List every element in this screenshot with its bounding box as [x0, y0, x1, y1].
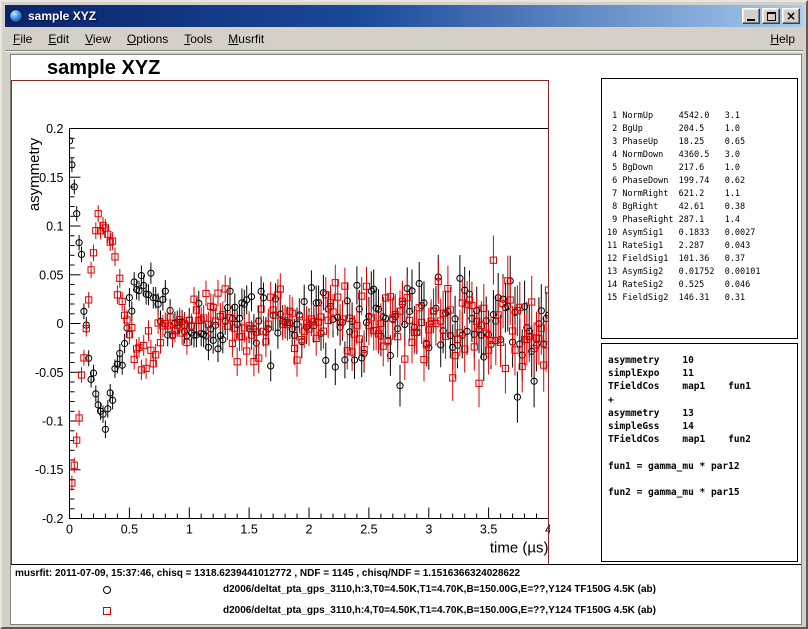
svg-text:0.5: 0.5 [121, 523, 138, 537]
menu-edit[interactable]: Edit [40, 29, 77, 49]
asymmetry-plot[interactable]: 00.511.522.533.540.20.150.10.050-0.05-0.… [11, 55, 550, 565]
menu-musrfit[interactable]: Musrfit [220, 29, 272, 49]
param-row: 6 PhaseDown 199.74 0.62 [607, 175, 797, 188]
legend-item: d2006/deltat_pta_gps_3110,h:3,T0=4.50K,T… [11, 583, 801, 599]
param-row: 11 RateSig1 2.287 0.043 [607, 240, 797, 253]
svg-text:-0.05: -0.05 [35, 366, 64, 380]
svg-text:1: 1 [186, 523, 193, 537]
title-bar[interactable]: sample XYZ × [5, 5, 803, 27]
legend-label: d2006/deltat_pta_gps_3110,h:4,T0=4.50K,T… [223, 605, 656, 616]
menu-file[interactable]: File [5, 29, 40, 49]
close-button[interactable]: × [782, 8, 800, 24]
param-row: 8 BgRight 42.61 0.38 [607, 201, 797, 214]
svg-text:3: 3 [425, 523, 432, 537]
square-marker-icon [103, 607, 111, 615]
window-title: sample XYZ [28, 9, 742, 23]
menu-bar: FileEditViewOptionsToolsMusrfit Help [5, 28, 803, 50]
svg-text:2: 2 [306, 523, 313, 537]
svg-text:asymmetry: asymmetry [26, 137, 43, 211]
theory-pane: asymmetry 10 simplExpo 11 TFieldCos map1… [601, 343, 798, 562]
menu-tools[interactable]: Tools [176, 29, 220, 49]
svg-text:0: 0 [66, 523, 73, 537]
fit-info: musrfit: 2011-07-09, 15:37:46, chisq = 1… [15, 568, 520, 579]
menu-help[interactable]: Help [762, 29, 803, 49]
svg-text:0.05: 0.05 [39, 268, 63, 282]
app-window: sample XYZ × FileEditViewOptionsToolsMus… [0, 0, 808, 629]
close-icon: × [786, 10, 796, 22]
svg-text:0.1: 0.1 [46, 220, 63, 234]
svg-text:-0.15: -0.15 [35, 463, 64, 477]
app-icon[interactable] [9, 9, 23, 23]
svg-text:2.5: 2.5 [360, 523, 377, 537]
param-row: 15 FieldSig2 146.31 0.31 [607, 292, 797, 305]
menu-separator [5, 50, 803, 52]
theory-text: asymmetry 10 simplExpo 11 TFieldCos map1… [608, 354, 797, 499]
param-row: 3 PhaseUp 18.25 0.65 [607, 136, 797, 149]
svg-text:-0.1: -0.1 [42, 415, 64, 429]
info-pane: musrfit: 2011-07-09, 15:37:46, chisq = 1… [11, 564, 801, 624]
param-row: 4 NormDown 4360.5 3.0 [607, 149, 797, 162]
param-row: 12 FieldSig1 101.36 0.37 [607, 253, 797, 266]
plot-title: sample XYZ [47, 57, 160, 80]
svg-text:1.5: 1.5 [240, 523, 257, 537]
maximize-icon [767, 12, 776, 21]
legend-label: d2006/deltat_pta_gps_3110,h:3,T0=4.50K,T… [223, 584, 656, 595]
svg-text:time (µs): time (µs) [490, 540, 549, 557]
param-row: 2 BgUp 204.5 1.0 [607, 123, 797, 136]
param-row: 9 PhaseRight 287.1 1.4 [607, 214, 797, 227]
svg-text:0: 0 [57, 317, 64, 331]
param-row: 14 RateSig2 0.525 0.046 [607, 279, 797, 292]
legend-item: d2006/deltat_pta_gps_3110,h:4,T0=4.50K,T… [11, 604, 801, 620]
minimize-icon [747, 19, 755, 21]
maximize-button[interactable] [762, 8, 780, 24]
svg-text:3.5: 3.5 [480, 523, 497, 537]
parameter-pane: 1 NormUp 4542.0 3.1 2 BgUp 204.5 1.0 3 P… [601, 78, 798, 339]
svg-text:4: 4 [545, 523, 550, 537]
parameter-list: 1 NormUp 4542.0 3.1 2 BgUp 204.5 1.0 3 P… [607, 110, 797, 305]
svg-text:0.2: 0.2 [46, 122, 63, 136]
window-controls: × [742, 8, 800, 24]
circle-marker-icon [103, 586, 111, 594]
svg-text:-0.2: -0.2 [42, 512, 64, 526]
menu-options[interactable]: Options [119, 29, 176, 49]
param-row: 5 BgDown 217.6 1.0 [607, 162, 797, 175]
menu-view[interactable]: View [77, 29, 119, 49]
param-row: 13 AsymSig2 0.01752 0.00101 [607, 266, 797, 279]
param-row: 10 AsymSig1 0.1833 0.0027 [607, 227, 797, 240]
root-canvas: 00.511.522.533.540.20.150.10.050-0.05-0.… [10, 54, 802, 625]
param-row: 7 NormRight 621.2 1.1 [607, 188, 797, 201]
minimize-button[interactable] [742, 8, 760, 24]
param-row: 1 NormUp 4542.0 3.1 [607, 110, 797, 123]
